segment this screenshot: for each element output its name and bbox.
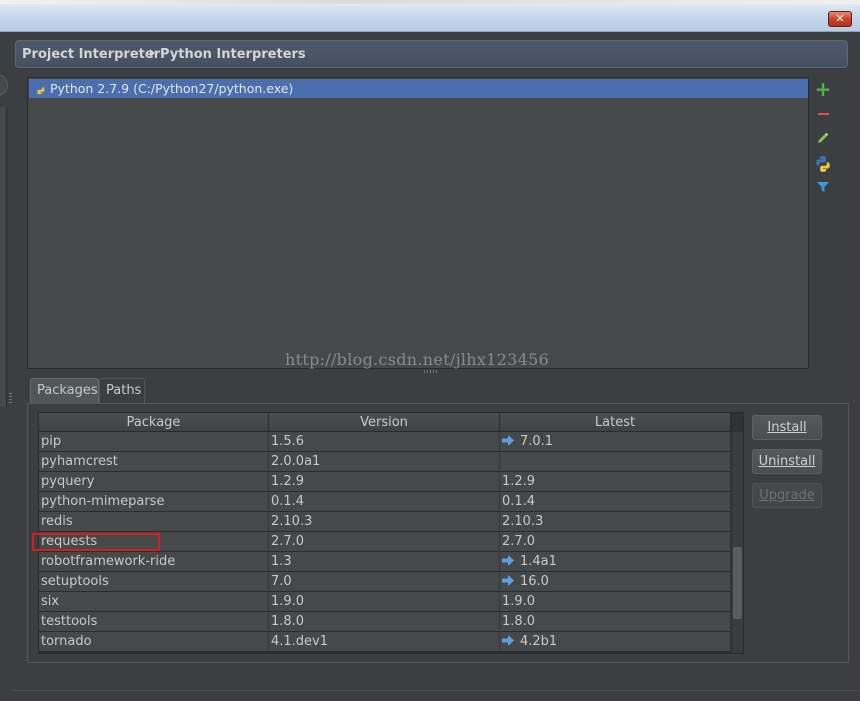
splitter-grip-icon[interactable] <box>9 393 12 405</box>
table-row[interactable]: redis 2.10.3 2.10.3 <box>39 512 731 532</box>
package-latest-cell: 0.1.4 <box>500 492 731 512</box>
package-name-cell: testtools <box>39 612 269 632</box>
python-icon <box>34 82 45 95</box>
uninstall-label: Uninstall <box>758 454 816 469</box>
table-row[interactable]: six 1.9.0 1.9.0 <box>39 592 731 612</box>
latest-version-text: 1.4a1 <box>520 554 557 569</box>
package-latest-cell: 1.4a1 <box>500 552 731 572</box>
table-scrollbar[interactable] <box>732 432 743 653</box>
watermark: http://blog.csdn.net/jlhx123456 <box>285 350 550 369</box>
tab-paths[interactable]: Paths <box>99 378 145 403</box>
package-version-cell: 1.5.6 <box>269 432 500 452</box>
add-icon[interactable]: + <box>814 79 832 99</box>
package-version-cell: 0.1.4 <box>269 492 500 512</box>
table-row[interactable]: tornado 4.1.dev1 4.2b1 <box>39 632 731 652</box>
remove-icon[interactable] <box>814 105 832 123</box>
package-version-cell: 1.8.0 <box>269 612 500 632</box>
interpreter-toolbar: + <box>812 77 834 207</box>
close-button[interactable]: ✕ <box>828 11 852 27</box>
settings-tree-edge <box>0 107 7 407</box>
title-bar: ✕ <box>0 4 860 32</box>
interpreter-label: Python 2.7.9 (C:/Python27/python.exe) <box>50 81 294 96</box>
upgrade-arrow-icon <box>502 555 514 566</box>
latest-version-text: 16.0 <box>520 574 549 589</box>
annotation-highlight-box <box>32 533 160 551</box>
package-latest-cell: 4.2b1 <box>500 632 731 652</box>
column-header-package[interactable]: Package <box>39 413 269 432</box>
filter-icon[interactable] <box>814 178 832 196</box>
package-name-cell: six <box>39 592 269 612</box>
column-header-latest[interactable]: Latest <box>500 413 731 432</box>
package-version-cell: 2.0.0a1 <box>269 452 500 472</box>
table-row[interactable]: robotframework-ride 1.3 1.4a1 <box>39 552 731 572</box>
column-header-version[interactable]: Version <box>269 413 500 432</box>
uninstall-button[interactable]: Uninstall <box>752 449 822 474</box>
package-name-cell: pip <box>39 432 269 452</box>
table-row[interactable]: pyhamcrest 2.0.0a1 <box>39 452 731 472</box>
splitter-grip-icon[interactable] <box>424 370 438 373</box>
gutter-toggle[interactable] <box>0 74 8 96</box>
package-name-cell: python-mimeparse <box>39 492 269 512</box>
package-name-cell: pyhamcrest <box>39 452 269 472</box>
package-version-cell: 7.0 <box>269 572 500 592</box>
upgrade-arrow-icon <box>502 575 514 586</box>
latest-version-text: 1.2.9 <box>502 474 536 489</box>
left-gutter <box>0 33 12 701</box>
package-latest-cell: 1.2.9 <box>500 472 731 492</box>
table-row[interactable]: setuptools 7.0 16.0 <box>39 572 731 592</box>
latest-version-text: 4.2b1 <box>520 634 558 649</box>
edit-icon[interactable] <box>814 129 832 147</box>
breadcrumb: Project Interpreter Python Interpreters <box>15 40 848 68</box>
package-version-cell: 1.3 <box>269 552 500 572</box>
package-name-cell: robotframework-ride <box>39 552 269 572</box>
footer-divider <box>11 690 860 691</box>
package-latest-cell: 2.10.3 <box>500 512 731 532</box>
package-latest-cell: 16.0 <box>500 572 731 592</box>
package-name-cell: setuptools <box>39 572 269 592</box>
package-latest-cell: 1.8.0 <box>500 612 731 632</box>
latest-version-text: 0.1.4 <box>502 494 536 509</box>
package-version-cell: 2.7.0 <box>269 532 500 552</box>
latest-version-text: 2.10.3 <box>502 514 544 529</box>
install-button[interactable]: Install <box>752 415 822 440</box>
python-packages-icon[interactable] <box>814 155 832 173</box>
package-name-cell: redis <box>39 512 269 532</box>
breadcrumb-current: Python Interpreters <box>160 47 306 62</box>
table-row[interactable]: pyquery 1.2.9 1.2.9 <box>39 472 731 492</box>
latest-version-text: 1.8.0 <box>502 614 536 629</box>
latest-version-text: 2.7.0 <box>502 534 536 549</box>
install-label: Install <box>767 420 807 435</box>
latest-version-text: 7.0.1 <box>520 434 554 449</box>
package-name-cell: pyquery <box>39 472 269 492</box>
table-row[interactable]: pip 1.5.6 7.0.1 <box>39 432 731 452</box>
latest-version-text: 1.9.0 <box>502 594 536 609</box>
package-version-cell: 2.10.3 <box>269 512 500 532</box>
table-row[interactable]: python-mimeparse 0.1.4 0.1.4 <box>39 492 731 512</box>
scrollbar-thumb[interactable] <box>733 547 742 619</box>
package-latest-cell: 1.9.0 <box>500 592 731 612</box>
interpreter-item[interactable]: Python 2.7.9 (C:/Python27/python.exe) <box>29 79 808 98</box>
upgrade-arrow-icon <box>502 435 514 446</box>
package-version-cell: 1.2.9 <box>269 472 500 492</box>
package-name-cell: tornado <box>39 632 269 652</box>
table-row[interactable]: testtools 1.8.0 1.8.0 <box>39 612 731 632</box>
upgrade-label: Upgrade <box>759 488 815 503</box>
interpreter-list[interactable]: Python 2.7.9 (C:/Python27/python.exe) <box>27 77 809 369</box>
package-version-cell: 4.1.dev1 <box>269 632 500 652</box>
breadcrumb-separator-icon <box>150 49 155 57</box>
upgrade-button[interactable]: Upgrade <box>752 483 822 508</box>
table-header: Package Version Latest <box>39 413 731 432</box>
package-latest-cell: 2.7.0 <box>500 532 731 552</box>
package-latest-cell <box>500 452 731 472</box>
package-version-cell: 1.9.0 <box>269 592 500 612</box>
breadcrumb-parent[interactable]: Project Interpreter <box>22 47 160 62</box>
upgrade-arrow-icon <box>502 635 514 646</box>
package-latest-cell: 7.0.1 <box>500 432 731 452</box>
tab-packages[interactable]: Packages <box>30 378 99 403</box>
